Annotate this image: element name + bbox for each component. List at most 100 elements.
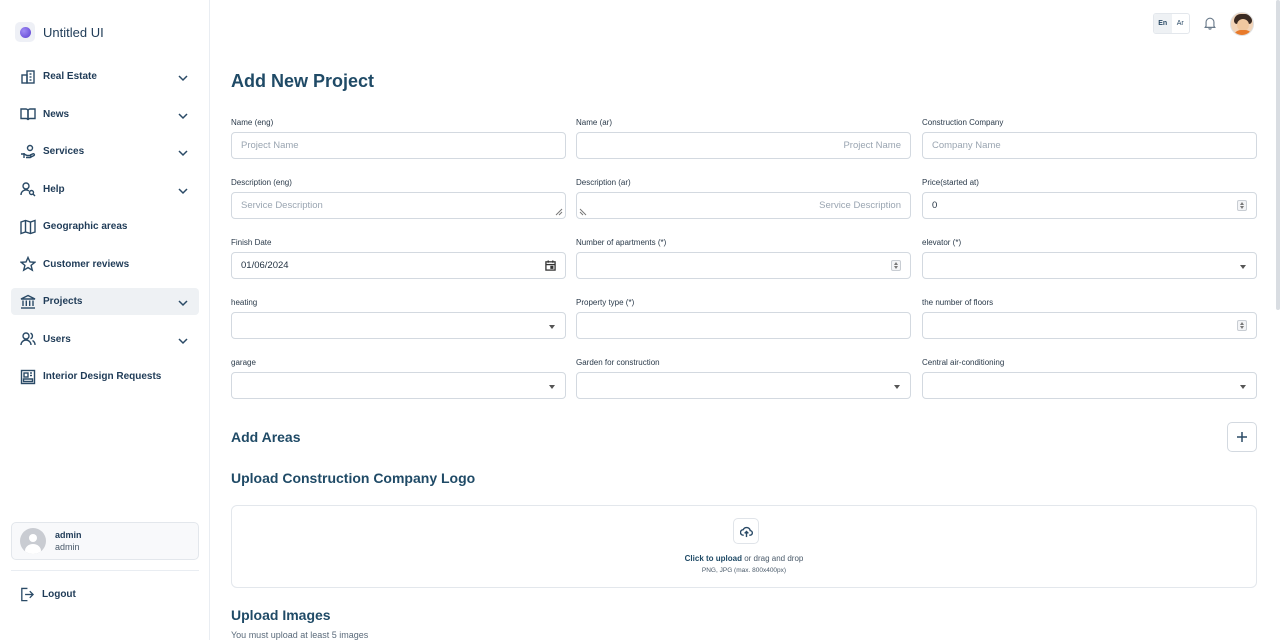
caret-down-icon (894, 385, 900, 389)
calendar-icon[interactable] (545, 260, 556, 271)
garage-select[interactable] (231, 372, 566, 399)
caret-down-icon (549, 385, 555, 389)
brand[interactable]: Untitled UI (15, 22, 104, 42)
finish-date-field: Finish Date 01/06/2024 (231, 238, 566, 279)
hand-coins-icon (19, 143, 36, 160)
sidebar-item-label: Help (43, 183, 65, 195)
logout-button[interactable]: Logout (19, 587, 76, 602)
building-icon (19, 68, 36, 85)
desc-eng-field: Description (eng) Service Description (231, 178, 566, 219)
sidebar-nav: Real Estate News Services Help Geographi… (11, 63, 199, 401)
sidebar-item-projects[interactable]: Projects (11, 288, 199, 315)
finish-date-input[interactable]: 01/06/2024 (231, 252, 566, 279)
user-name: admin (55, 530, 82, 540)
property-type-input[interactable] (576, 312, 911, 339)
book-open-icon (19, 106, 36, 123)
divider (11, 570, 199, 571)
plus-icon (1237, 432, 1247, 442)
price-input[interactable]: 0 (922, 192, 1257, 219)
company-field: Construction Company Company Name (922, 118, 1257, 159)
elevator-select[interactable] (922, 252, 1257, 279)
property-type-field: Property type (*) (576, 298, 911, 339)
field-label: Number of apartments (*) (576, 238, 667, 247)
upload-images-note: You must upload at least 5 images (231, 630, 369, 640)
lang-ar-button[interactable]: Ar (1172, 14, 1190, 33)
lang-en-button[interactable]: En (1154, 14, 1172, 33)
desc-ar-textarea[interactable]: Service Description (576, 192, 911, 219)
language-toggle: En Ar (1153, 13, 1190, 34)
sidebar-item-help[interactable]: Help (11, 176, 199, 203)
sidebar-item-interior-design-requests[interactable]: Interior Design Requests (11, 363, 199, 390)
avatar (20, 528, 46, 554)
field-label: Name (eng) (231, 118, 274, 127)
company-input[interactable]: Company Name (922, 132, 1257, 159)
user-role: admin (55, 542, 80, 552)
profile-avatar[interactable] (1230, 12, 1254, 36)
name-eng-input[interactable]: Project Name (231, 132, 566, 159)
user-card[interactable]: admin admin (11, 522, 199, 560)
price-field: Price(started at) 0 (922, 178, 1257, 219)
central-ac-field: Central air-conditioning (922, 358, 1257, 399)
chevron-down-icon[interactable] (177, 184, 189, 196)
chevron-down-icon[interactable] (177, 334, 189, 346)
field-label: Name (ar) (576, 118, 613, 127)
caret-down-icon (549, 325, 555, 329)
add-areas-title: Add Areas (231, 429, 301, 445)
sidebar-item-customer-reviews[interactable]: Customer reviews (11, 251, 199, 278)
chevron-down-icon[interactable] (177, 109, 189, 121)
central-ac-select[interactable] (922, 372, 1257, 399)
upload-cloud-icon (733, 518, 759, 544)
logout-icon (21, 587, 34, 602)
chevron-down-icon[interactable] (177, 296, 189, 308)
click-to-upload-link[interactable]: Click to upload (685, 554, 742, 563)
upload-instruction: Click to upload or drag and drop (232, 554, 1256, 563)
apartments-field: Number of apartments (*) (576, 238, 911, 279)
caret-down-icon (1240, 265, 1246, 269)
logo-dropzone[interactable]: Click to upload or drag and drop PNG, JP… (231, 505, 1257, 588)
sidebar-item-label: Interior Design Requests (43, 371, 162, 382)
logout-label: Logout (42, 589, 76, 600)
sidebar-item-news[interactable]: News (11, 101, 199, 128)
sidebar-item-geographic-areas[interactable]: Geographic areas (11, 213, 199, 240)
bell-icon[interactable] (1203, 16, 1217, 30)
floors-input[interactable] (922, 312, 1257, 339)
sidebar-item-users[interactable]: Users (11, 326, 199, 353)
floors-field: the number of floors (922, 298, 1257, 339)
number-spinner[interactable] (891, 260, 901, 271)
users-icon (19, 331, 36, 348)
sidebar-item-services[interactable]: Services (11, 138, 199, 165)
chevron-down-icon[interactable] (177, 146, 189, 158)
sidebar-item-label: News (43, 108, 70, 120)
star-icon (19, 256, 36, 273)
garage-field: garage (231, 358, 566, 399)
heating-field: heating (231, 298, 566, 339)
brand-logo-icon (15, 22, 35, 42)
apartments-input[interactable] (576, 252, 911, 279)
garden-select[interactable] (576, 372, 911, 399)
add-area-button[interactable] (1227, 422, 1257, 452)
field-label: Price(started at) (922, 178, 979, 187)
field-label: Construction Company (922, 118, 1004, 127)
number-spinner[interactable] (1237, 320, 1247, 331)
map-icon (19, 218, 36, 235)
field-label: Description (eng) (231, 178, 292, 187)
sidebar-item-label: Users (43, 333, 71, 345)
field-label: Central air-conditioning (922, 358, 1005, 367)
resize-handle-icon[interactable] (579, 208, 587, 216)
chevron-down-icon[interactable] (177, 71, 189, 83)
user-search-icon (19, 181, 36, 198)
upload-hint: PNG, JPG (max. 800x400px) (701, 567, 787, 574)
number-spinner[interactable] (1237, 200, 1247, 211)
interior-icon (19, 368, 36, 385)
field-label: Garden for construction (576, 358, 660, 367)
garden-field: Garden for construction (576, 358, 911, 399)
sidebar-item-label: Customer reviews (43, 258, 130, 270)
page-title: Add New Project (231, 71, 375, 91)
resize-handle-icon[interactable] (555, 208, 563, 216)
desc-eng-textarea[interactable]: Service Description (231, 192, 566, 219)
name-ar-input[interactable]: Project Name (576, 132, 911, 159)
sidebar-item-real-estate[interactable]: Real Estate (11, 63, 199, 90)
upload-images-title: Upload Images (231, 607, 331, 623)
scrollbar[interactable] (1276, 0, 1280, 310)
heating-select[interactable] (231, 312, 566, 339)
